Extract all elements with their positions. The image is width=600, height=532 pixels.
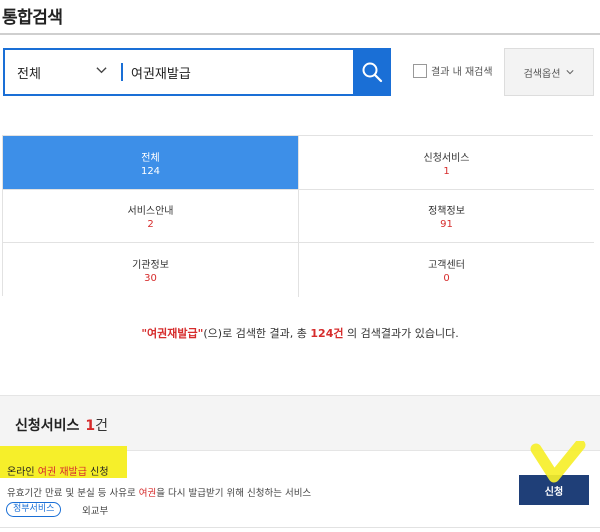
section-title-text: 신청서비스 bbox=[15, 418, 80, 434]
input-divider bbox=[121, 63, 123, 81]
search-input[interactable] bbox=[131, 50, 353, 94]
search-icon bbox=[362, 62, 383, 83]
section-count: 1 bbox=[85, 418, 96, 434]
result-desc-pre: 유효기간 만료 및 분실 등 사유로 bbox=[7, 488, 139, 499]
result-title-post: 신청 bbox=[86, 467, 109, 478]
tab-label: 정책정보 bbox=[428, 206, 465, 217]
tab-label: 신청서비스 bbox=[423, 152, 470, 164]
category-tabs: 전체 124 신청서비스 1 서비스안내 2 정책정보 91 기관정보 30 고… bbox=[2, 135, 594, 297]
tab-application-services[interactable]: 신청서비스 1 bbox=[299, 136, 594, 190]
scope-select-value: 전체 bbox=[17, 66, 41, 82]
summary-query: "여권재발급" bbox=[141, 327, 204, 340]
result-desc-post: 을 다시 발급받기 위해 신청하는 서비스 bbox=[156, 488, 312, 499]
search-box: 전체 bbox=[3, 48, 391, 96]
tab-label: 고객센터 bbox=[428, 260, 465, 271]
summary-total: 124건 bbox=[310, 327, 344, 340]
chevron-down-icon bbox=[96, 67, 107, 74]
tab-count: 0 bbox=[443, 273, 450, 284]
tab-label: 전체 bbox=[141, 152, 160, 164]
section-count-unit: 건 bbox=[95, 418, 109, 434]
tab-count: 91 bbox=[440, 219, 453, 230]
section-title: 신청서비스 1건 bbox=[15, 415, 108, 435]
result-title-link[interactable]: 온라인 여권 재발급 신청 bbox=[7, 463, 109, 478]
search-options-button[interactable]: 검색옵션 bbox=[504, 48, 594, 96]
result-divider bbox=[0, 527, 600, 528]
tab-all[interactable]: 전체 124 bbox=[3, 136, 299, 190]
tab-customer-center[interactable]: 고객센터 0 bbox=[299, 243, 594, 297]
research-in-results[interactable]: 결과 내 재검색 bbox=[413, 63, 493, 78]
result-description: 유효기간 만료 및 분실 등 사유로 여권을 다시 발급받기 위해 신청하는 서… bbox=[7, 485, 311, 499]
tab-label: 서비스안내 bbox=[127, 206, 174, 217]
title-divider bbox=[0, 33, 600, 35]
scope-select[interactable]: 전체 bbox=[5, 50, 121, 94]
tab-service-guide[interactable]: 서비스안내 2 bbox=[3, 190, 299, 243]
tab-agency-info[interactable]: 기관정보 30 bbox=[3, 243, 299, 297]
result-title-keyword: 여권 재발급 bbox=[37, 467, 87, 478]
tab-count: 30 bbox=[144, 273, 157, 284]
tab-policy-info[interactable]: 정책정보 91 bbox=[299, 190, 594, 243]
tab-count: 2 bbox=[147, 219, 154, 230]
summary-text-end: 의 검색결과가 있습니다. bbox=[343, 327, 459, 340]
page-title: 통합검색 bbox=[2, 8, 63, 28]
search-options-label: 검색옵션 bbox=[523, 68, 561, 80]
search-button[interactable] bbox=[353, 48, 391, 96]
tab-count: 124 bbox=[140, 165, 161, 177]
chevron-down-icon bbox=[566, 70, 574, 75]
tab-label: 기관정보 bbox=[132, 260, 169, 271]
result-title-pre: 온라인 bbox=[7, 467, 38, 478]
service-type-badge: 정부서비스 bbox=[6, 502, 62, 517]
result-desc-keyword: 여권 bbox=[138, 488, 157, 499]
agency-name: 외교부 bbox=[82, 506, 109, 517]
research-checkbox[interactable] bbox=[413, 63, 427, 78]
research-label: 결과 내 재검색 bbox=[431, 67, 493, 78]
tab-count: 1 bbox=[443, 165, 450, 177]
section-header: 신청서비스 1건 bbox=[0, 395, 600, 451]
checkmark-annotation-icon bbox=[530, 441, 586, 483]
result-summary: "여권재발급"(으)로 검색한 결과, 총 124건 의 검색결과가 있습니다. bbox=[0, 325, 600, 341]
summary-text-mid: (으)로 검색한 결과, 총 bbox=[203, 327, 311, 340]
